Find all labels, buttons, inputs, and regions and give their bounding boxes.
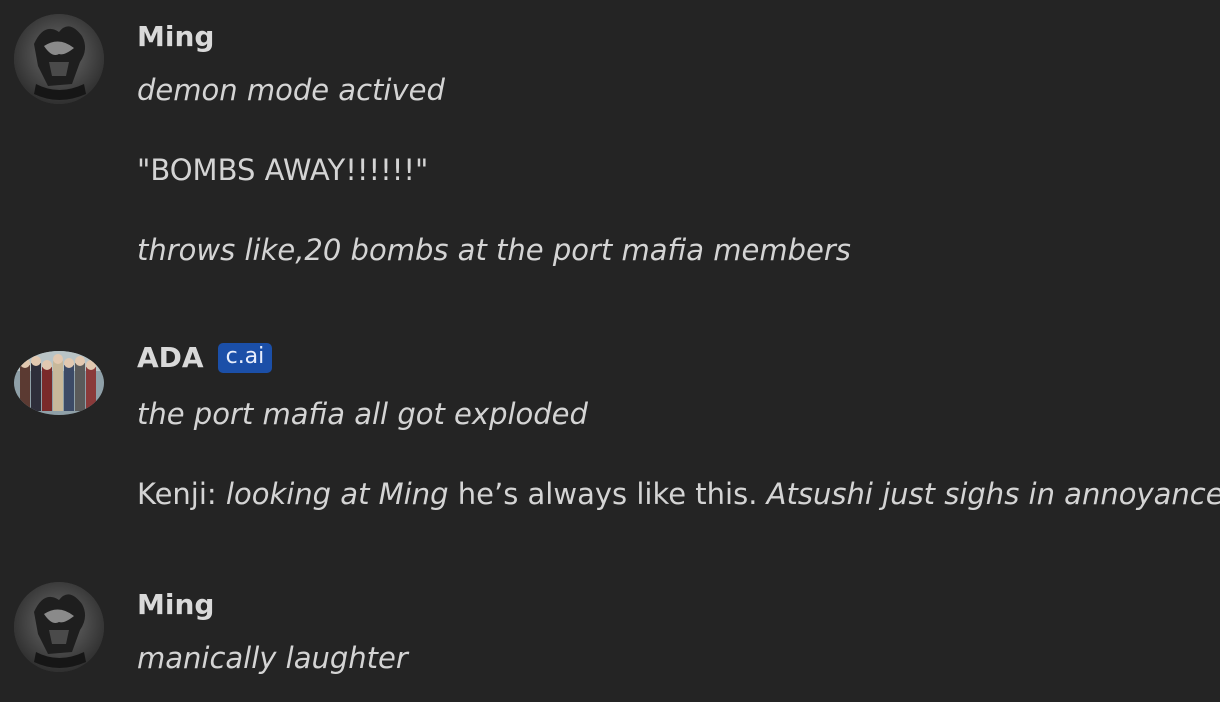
action-text: looking at Ming: [225, 477, 449, 511]
cai-badge: c.ai: [217, 343, 273, 373]
ming-avatar-icon[interactable]: [14, 582, 104, 672]
ming-avatar-icon[interactable]: [14, 14, 104, 104]
message-line: Kenji: looking at Ming he’s always like …: [137, 480, 1220, 509]
message-line: the port mafia all got exploded: [137, 397, 588, 431]
ada-group-avatar-icon[interactable]: [14, 351, 104, 415]
message-line: demon mode actived: [137, 73, 445, 107]
message-line: throws like,20 bombs at the port mafia m…: [137, 233, 851, 267]
message-line: "BOMBS AWAY!!!!!!": [137, 153, 429, 187]
message-line: manically laughter: [137, 641, 408, 675]
dialogue-text: he’s always like this.: [448, 477, 767, 511]
speaker-label: Kenji:: [137, 477, 226, 511]
author-name: ADA: [137, 341, 204, 374]
author-name: Ming: [137, 20, 215, 53]
action-text: Atsushi just sighs in annoyance: [766, 477, 1220, 511]
author-name: Ming: [137, 588, 215, 621]
